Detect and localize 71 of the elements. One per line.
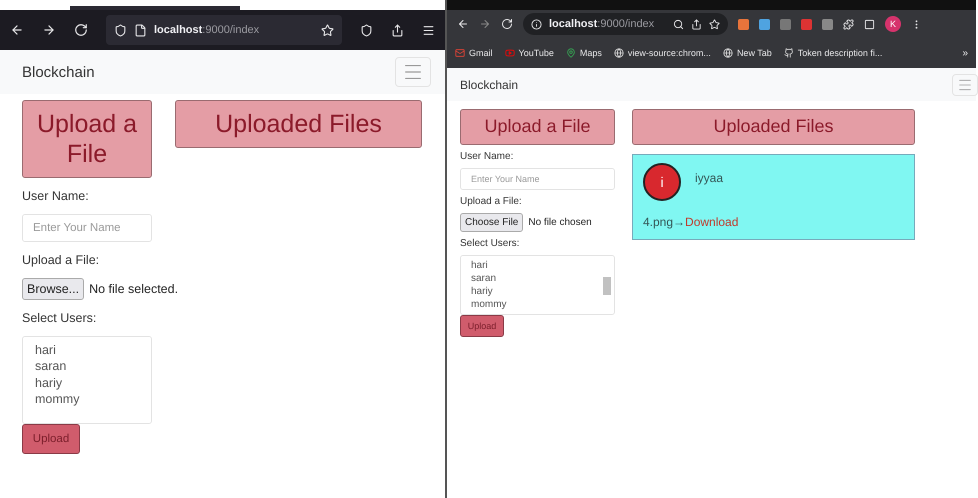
file-status: No file chosen <box>528 216 592 228</box>
star-icon[interactable] <box>709 18 720 30</box>
file-name: 4.png→Download <box>643 214 740 229</box>
list-option[interactable]: hariy <box>471 284 599 298</box>
share-icon[interactable] <box>391 24 404 36</box>
play-icon <box>504 48 515 58</box>
field-label: Select Users: <box>460 238 520 249</box>
more-bookmarks[interactable]: » <box>962 48 968 58</box>
bookmark[interactable]: Maps <box>566 48 602 58</box>
section-heading: Uploaded Files <box>175 100 422 148</box>
sidebar-icon[interactable] <box>864 18 875 30</box>
bookmark[interactable]: Token description fi... <box>784 48 882 58</box>
page-icon <box>134 24 147 36</box>
field-label: Select Users: <box>22 311 98 325</box>
section-heading: Upload a File <box>460 109 615 145</box>
extension-icon[interactable] <box>780 18 791 30</box>
reload-icon[interactable] <box>501 18 513 30</box>
info-icon <box>531 18 542 30</box>
mail-icon <box>455 48 465 58</box>
list-option[interactable]: mommy <box>471 298 599 311</box>
shield-icon <box>114 24 127 36</box>
file-button[interactable]: Browse... <box>22 278 84 300</box>
user-name: iyyaa <box>695 170 724 185</box>
star-icon[interactable] <box>321 24 334 36</box>
profile-avatar[interactable]: K <box>885 16 901 32</box>
menu-toggle-button[interactable] <box>395 57 431 87</box>
list-option[interactable]: hari <box>35 342 151 358</box>
address-bar[interactable]: localhost:9000/index <box>106 15 342 45</box>
field-label: User Name: <box>22 189 90 203</box>
address-bar[interactable]: localhost:9000/index <box>523 13 728 35</box>
cat-icon <box>784 48 794 58</box>
user-avatar: i <box>643 162 681 201</box>
forward-icon[interactable] <box>42 23 56 37</box>
section-heading: Upload a File <box>22 100 152 178</box>
name-input[interactable]: Enter Your Name <box>22 214 152 242</box>
bookmark[interactable]: view-source:chrom... <box>614 48 711 58</box>
list-option[interactable]: hariy <box>35 374 151 391</box>
menu-icon[interactable] <box>422 24 435 36</box>
bookmark[interactable]: YouTube <box>504 48 554 58</box>
share-icon[interactable] <box>691 18 702 30</box>
zoom-icon[interactable] <box>673 18 684 30</box>
field-label: User Name: <box>460 150 514 162</box>
bookmark[interactable]: New Tab <box>722 48 772 58</box>
section-heading: Uploaded Files <box>632 109 915 145</box>
back-icon[interactable] <box>457 18 469 30</box>
extension-icon[interactable] <box>822 18 833 30</box>
users-listbox[interactable]: hari saran hariy mommy <box>22 336 152 424</box>
puzzle-icon[interactable] <box>843 18 854 30</box>
bookmark[interactable]: Gmail <box>455 48 493 58</box>
field-label: Upload a File: <box>460 196 523 207</box>
list-option[interactable]: mommy <box>35 390 151 407</box>
pin-icon <box>566 48 576 58</box>
extension-icon[interactable] <box>759 18 770 30</box>
extension-icon[interactable] <box>738 18 749 30</box>
list-option[interactable]: saran <box>471 272 599 285</box>
menu-toggle-button[interactable] <box>952 74 978 96</box>
name-input[interactable]: Enter Your Name <box>460 168 615 190</box>
download-link[interactable]: Download <box>685 214 738 229</box>
back-icon[interactable] <box>10 23 24 37</box>
list-option[interactable]: saran <box>35 358 151 374</box>
globe-icon <box>722 48 733 58</box>
brand-link[interactable]: Blockchain <box>22 64 95 80</box>
reload-icon[interactable] <box>74 23 88 37</box>
list-option[interactable]: hari <box>471 258 599 272</box>
extension-icon[interactable] <box>801 18 812 30</box>
file-status: No file selected. <box>89 282 178 296</box>
field-label: Upload a File: <box>22 253 100 267</box>
globe-icon <box>614 48 624 58</box>
file-button[interactable]: Choose File <box>460 212 524 232</box>
users-listbox[interactable]: hari saran hariy mommy <box>460 254 615 315</box>
brand-link[interactable]: Blockchain <box>460 78 518 92</box>
